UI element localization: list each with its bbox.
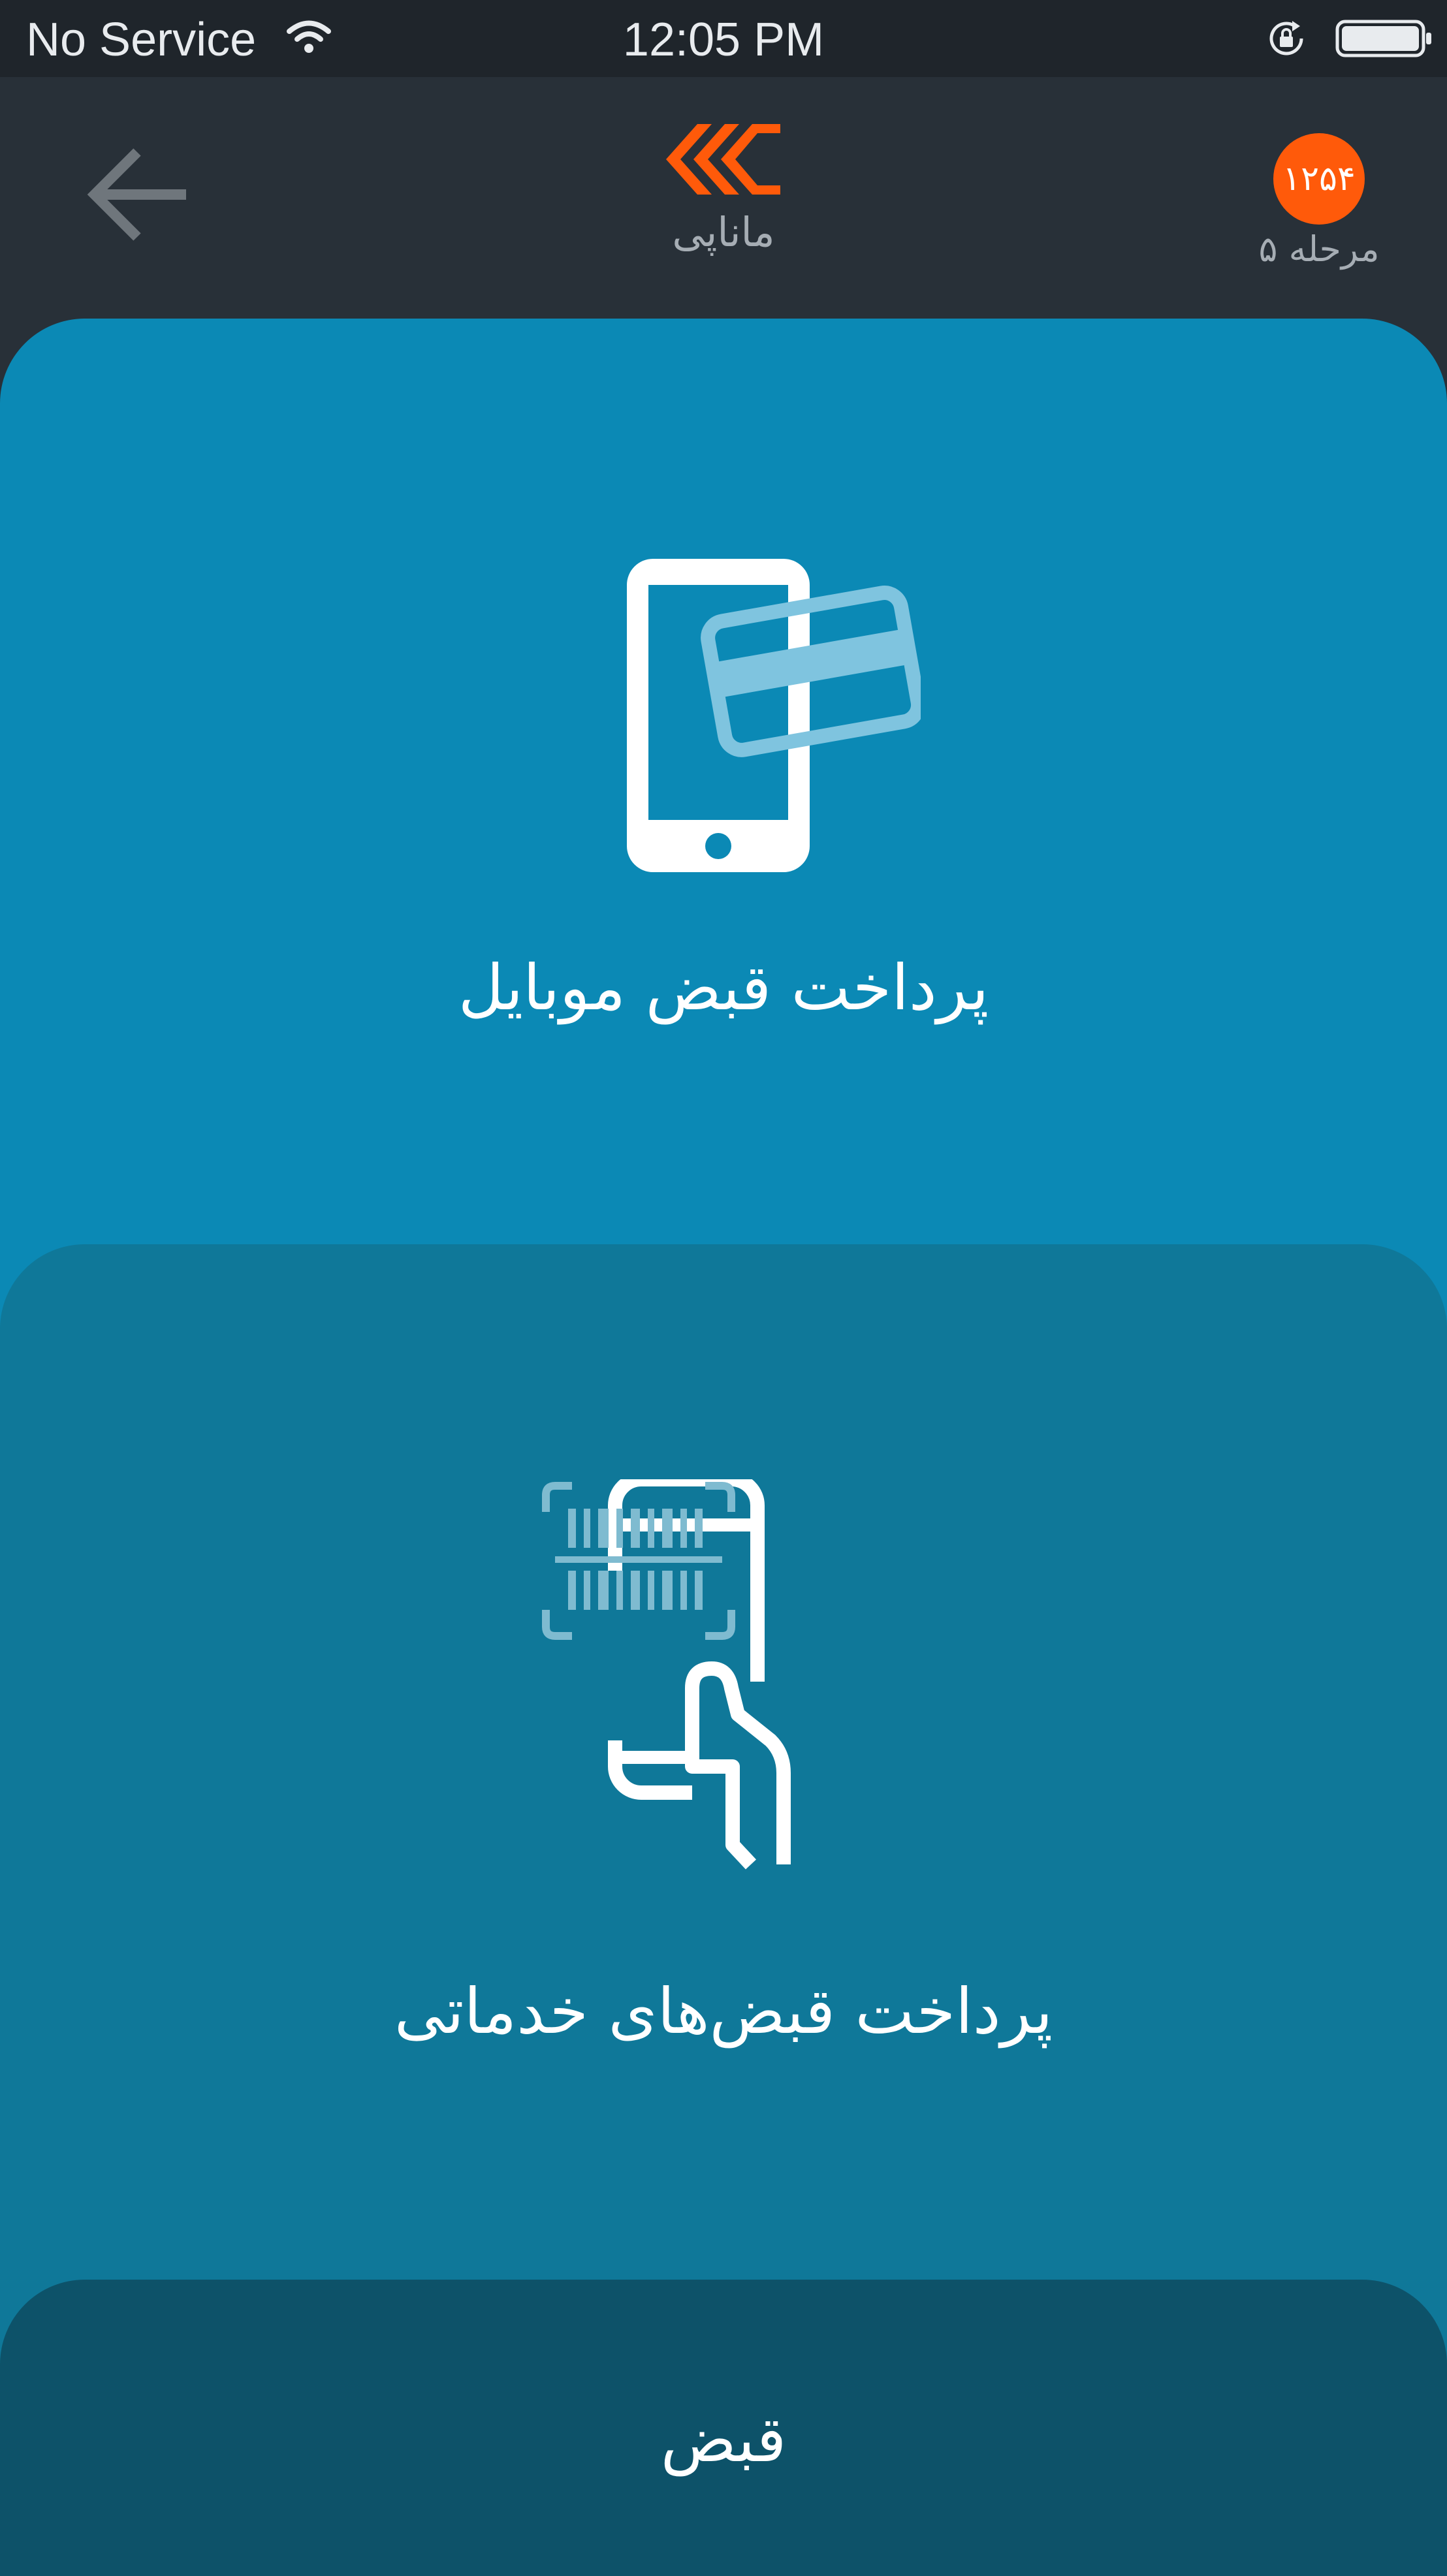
- battery-icon: [1335, 20, 1431, 57]
- app-header: ماناپی ۱۲۵۴ مرحله ۵: [0, 77, 1447, 319]
- orientation-lock-icon: [1269, 21, 1303, 55]
- status-time: 12:05 PM: [622, 14, 825, 66]
- arrow-left-icon: [87, 148, 186, 241]
- bill-title: قبض: [660, 2403, 787, 2476]
- level-badge[interactable]: ۱۲۵۴: [1273, 133, 1365, 225]
- mobile-card-payment-icon: [627, 559, 921, 872]
- status-bar: No Service 12:05 PM: [0, 0, 1447, 77]
- mobile-bill-payment-title: پرداخت قبض موبایل: [458, 951, 989, 1024]
- barcode-scan-phone-icon: [542, 1479, 791, 1870]
- utility-bill-payment-title: پرداخت قبض‌های خدماتی: [394, 1975, 1053, 2048]
- bill-card[interactable]: قبض: [0, 2280, 1447, 2576]
- back-button[interactable]: [78, 136, 196, 253]
- level-label: مرحله ۵: [1258, 228, 1380, 270]
- manapay-logo-icon: [666, 124, 780, 195]
- app-name: ماناپی: [672, 208, 775, 256]
